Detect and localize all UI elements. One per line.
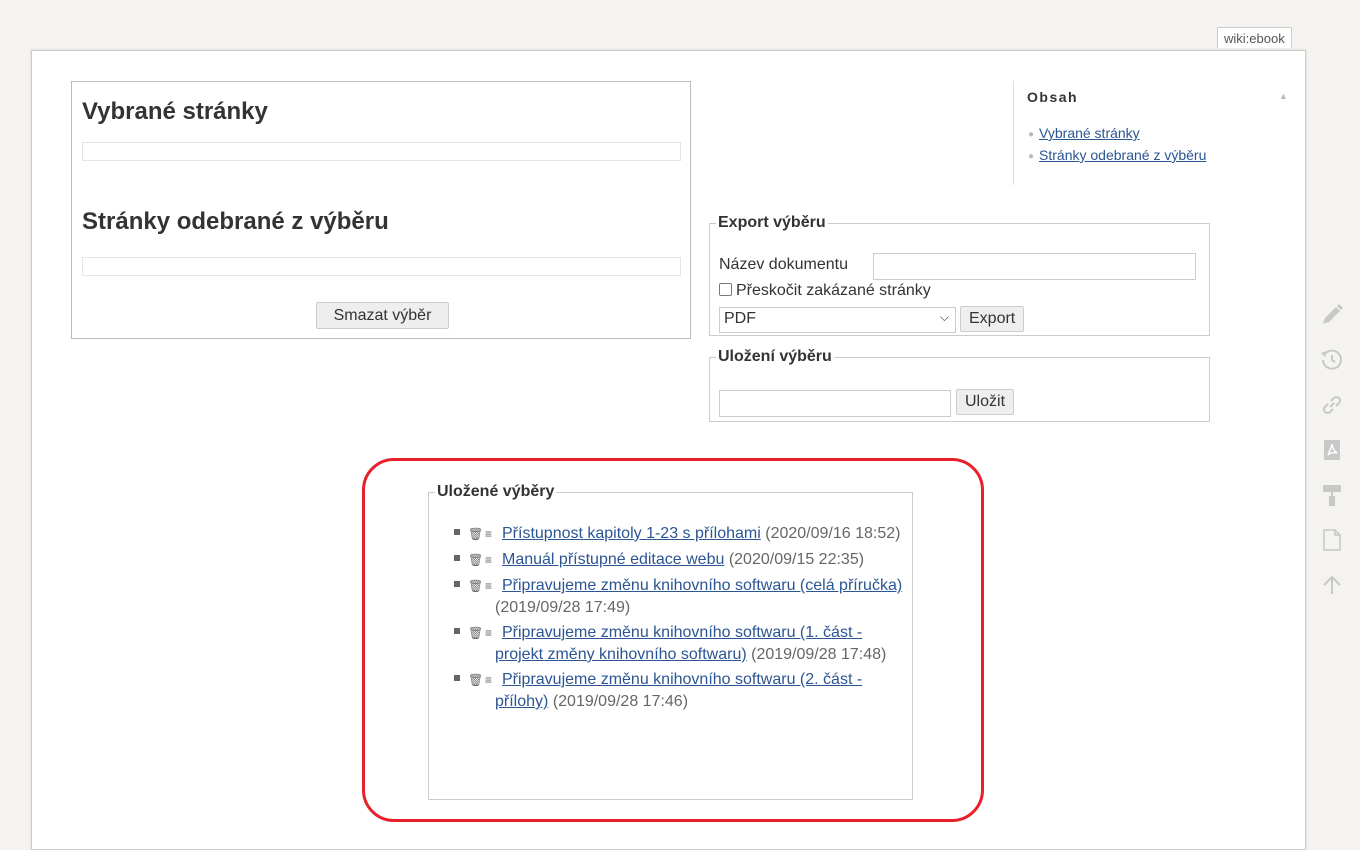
arrow-up-icon[interactable] bbox=[1316, 562, 1348, 607]
saved-selections-list: 🗑 ≡ Přístupnost kapitoly 1-23 s přílohami … bbox=[451, 523, 903, 716]
pdf-icon[interactable] bbox=[1316, 427, 1348, 472]
bullet-icon: ● bbox=[1028, 129, 1035, 140]
selection-box: Vybrané stránky Stránky odebrané z výběr… bbox=[71, 81, 691, 339]
load-list-icon[interactable]: ≡ bbox=[485, 524, 497, 545]
toc-item: ● Stránky odebrané z výběru bbox=[1028, 145, 1206, 167]
saved-item-date: (2019/09/28 17:48) bbox=[751, 646, 887, 663]
toc-link-removed[interactable]: Stránky odebrané z výběru bbox=[1039, 147, 1206, 163]
toc-list: ● Vybrané stránky ● Stránky odebrané z výb… bbox=[1028, 123, 1206, 167]
load-list-icon[interactable]: ≡ bbox=[485, 670, 497, 691]
saved-item-date: (2019/09/28 17:49) bbox=[495, 599, 631, 616]
selected-pages-list[interactable] bbox=[82, 142, 681, 161]
saved-item-date: (2019/09/28 17:46) bbox=[552, 693, 689, 710]
doc-name-input[interactable] bbox=[873, 253, 1196, 280]
bullet-icon bbox=[454, 529, 460, 535]
skip-disabled-label: Přeskočit zakázané stránky bbox=[736, 282, 931, 299]
trash-icon[interactable]: 🗑 bbox=[468, 623, 483, 644]
clear-selection-button[interactable]: Smazat výběr bbox=[316, 302, 449, 329]
format-select-value: PDF bbox=[724, 310, 756, 327]
trash-icon[interactable]: 🗑 bbox=[468, 524, 483, 545]
load-list-icon[interactable]: ≡ bbox=[485, 576, 497, 597]
save-legend: Uložení výběru bbox=[718, 348, 832, 365]
trash-icon[interactable]: 🗑 bbox=[468, 550, 483, 571]
saved-item: 🗑 ≡ Přístupnost kapitoly 1-23 s přílohami … bbox=[451, 523, 903, 545]
skip-disabled-checkbox[interactable] bbox=[719, 283, 732, 296]
bullet-icon bbox=[454, 555, 460, 561]
saved-item-link[interactable]: Přístupnost kapitoly 1-23 s přílohami bbox=[502, 525, 761, 542]
trash-icon[interactable]: 🗑 bbox=[468, 576, 483, 597]
saved-item: 🗑 ≡ Připravujeme změnu knihovního softwaru… bbox=[451, 669, 903, 712]
paint-roller-icon[interactable] bbox=[1316, 472, 1348, 517]
toc-item: ● Vybrané stránky bbox=[1028, 123, 1206, 145]
saved-item-link[interactable]: Manuál přístupné editace webu bbox=[502, 551, 724, 568]
history-icon[interactable] bbox=[1316, 337, 1348, 382]
toc-link-selected[interactable]: Vybrané stránky bbox=[1039, 125, 1140, 141]
save-fieldset: Uložení výběru Uložit bbox=[709, 348, 1210, 422]
saved-item-date: (2020/09/15 22:35) bbox=[728, 551, 865, 568]
export-legend: Export výběru bbox=[718, 214, 826, 231]
load-list-icon[interactable]: ≡ bbox=[485, 550, 497, 571]
saved-item: 🗑 ≡ Manuál přístupné editace webu (2020/09… bbox=[451, 549, 903, 571]
link-icon[interactable] bbox=[1316, 382, 1348, 427]
saved-item-link[interactable]: Připravujeme změnu knihovního softwaru (… bbox=[502, 577, 902, 594]
selected-pages-heading: Vybrané stránky bbox=[82, 98, 268, 125]
bullet-icon bbox=[454, 628, 460, 634]
page-id-tab: wiki:ebook bbox=[1217, 27, 1292, 48]
export-button[interactable]: Export bbox=[960, 306, 1025, 332]
doc-name-label: Název dokumentu bbox=[719, 256, 848, 273]
page-tools bbox=[1316, 292, 1348, 607]
removed-pages-heading: Stránky odebrané z výběru bbox=[82, 208, 389, 235]
bullet-icon bbox=[454, 675, 460, 681]
skip-disabled-row[interactable]: Přeskočit zakázané stránky bbox=[719, 282, 931, 300]
new-page-icon[interactable] bbox=[1316, 517, 1348, 562]
bullet-icon: ● bbox=[1028, 151, 1035, 162]
pencil-icon[interactable] bbox=[1316, 292, 1348, 337]
table-of-contents: Obsah ▲ ● Vybrané stránky ● Stránky odebra… bbox=[1013, 81, 1293, 185]
saved-item-date: (2020/09/16 18:52) bbox=[765, 525, 901, 542]
saved-item: 🗑 ≡ Připravujeme změnu knihovního softwaru… bbox=[451, 575, 903, 618]
toc-title: Obsah bbox=[1027, 89, 1079, 105]
save-name-input[interactable] bbox=[719, 390, 951, 417]
toc-toggle-icon[interactable]: ▲ bbox=[1279, 91, 1288, 101]
page-content: Vybrané stránky Stránky odebrané z výběr… bbox=[31, 50, 1306, 850]
removed-pages-list[interactable] bbox=[82, 257, 681, 276]
bullet-icon bbox=[454, 581, 460, 587]
format-select[interactable]: PDF ⌵ bbox=[719, 307, 956, 333]
saved-selections-fieldset: Uložené výběry 🗑 ≡ Přístupnost kapitoly 1-… bbox=[428, 483, 913, 800]
chevron-down-icon: ⌵ bbox=[939, 310, 949, 324]
saved-item: 🗑 ≡ Připravujeme změnu knihovního softwaru… bbox=[451, 622, 903, 665]
save-button[interactable]: Uložit bbox=[956, 389, 1015, 415]
load-list-icon[interactable]: ≡ bbox=[485, 623, 497, 644]
export-fieldset: Export výběru Název dokumentu Přeskočit … bbox=[709, 214, 1210, 336]
trash-icon[interactable]: 🗑 bbox=[468, 670, 483, 691]
saved-selections-legend: Uložené výběry bbox=[437, 483, 555, 500]
